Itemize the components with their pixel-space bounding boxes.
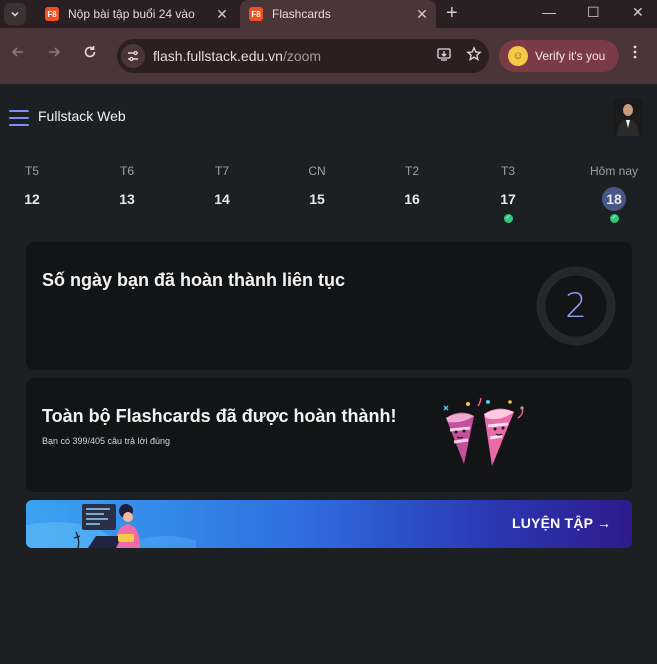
day-name: T2 (404, 164, 419, 178)
day-name: T3 (500, 164, 515, 178)
calendar-day[interactable]: T5 12 (2, 162, 62, 210)
day-date: 15 (309, 191, 325, 207)
tab-title: Nộp bài tập buổi 24 vào (68, 7, 195, 21)
completion-card: Toàn bộ Flashcards đã được hoàn thành! B… (26, 378, 632, 492)
reload-icon (84, 46, 96, 58)
arrow-left-icon (11, 47, 23, 57)
brand-title: Fullstack Web (38, 108, 126, 124)
close-window-button[interactable]: ✕ (632, 4, 644, 21)
back-button[interactable] (10, 44, 26, 65)
calendar-day[interactable]: CN 15 (287, 162, 347, 210)
user-avatar[interactable] (613, 98, 643, 136)
calendar-day[interactable]: T6 13 (97, 162, 157, 210)
streak-card: Số ngày bạn đã hoàn thành liên tục 2 (26, 242, 632, 370)
day-date: 12 (24, 191, 40, 207)
profile-face-icon: ☺ (508, 46, 528, 66)
chevron-down-icon (11, 11, 19, 17)
day-name: Hôm nay (589, 164, 639, 178)
url-text[interactable]: flash.fullstack.edu.vn/zoom (153, 48, 429, 64)
day-name: T5 (24, 164, 39, 178)
calendar-day[interactable]: T7 14 (192, 162, 252, 210)
day-name: T7 (214, 164, 229, 178)
day-date: 13 (119, 191, 135, 207)
completion-title: Toàn bộ Flashcards đã được hoàn thành! (42, 406, 397, 426)
minimize-button[interactable]: — (542, 4, 556, 20)
weekly-calendar: T5 12 T6 13 T7 14 CN 15 T2 16 T3 17 ✓ Hô… (0, 162, 657, 223)
maximize-button[interactable]: ☐ (587, 4, 600, 21)
calendar-day[interactable]: T3 17 ✓ (478, 162, 538, 223)
verify-profile-button[interactable]: ☺ Verify it's you (499, 40, 619, 72)
close-tab-icon[interactable]: ✕ (212, 6, 232, 23)
tab-flashcards[interactable]: F8 Flashcards ✕ (240, 0, 436, 28)
site-info-icon[interactable] (121, 44, 145, 68)
new-tab-button[interactable]: + (446, 2, 458, 25)
practice-banner[interactable]: LUYỆN TẬP → (26, 500, 632, 548)
day-date: 14 (214, 191, 230, 207)
close-tab-icon[interactable]: ✕ (412, 6, 432, 23)
day-date: 17 (500, 191, 516, 207)
reload-button[interactable] (82, 44, 98, 65)
tab-title: Flashcards (272, 7, 331, 21)
more-vertical-icon (633, 45, 637, 59)
url-path: /zoom (282, 48, 322, 64)
bookmark-star-icon[interactable] (459, 46, 489, 66)
arrow-right-icon (49, 47, 61, 57)
tab-homework[interactable]: F8 Nộp bài tập buổi 24 vào ✕ (36, 0, 236, 28)
forward-button[interactable] (46, 44, 62, 65)
calendar-day-today[interactable]: Hôm nay 18 ✓ (584, 162, 644, 223)
tab-search-button[interactable] (4, 3, 26, 25)
url-host: flash.fullstack.edu.vn (153, 48, 283, 64)
browser-toolbar: flash.fullstack.edu.vn/zoom ☺ Verify it'… (0, 28, 657, 84)
streak-title: Số ngày bạn đã hoàn thành liên tục (42, 270, 346, 290)
streak-count: 2 (565, 286, 587, 326)
completion-subtitle: Bạn có 399/405 câu trả lời đúng (42, 436, 170, 446)
menu-icon[interactable] (9, 110, 29, 126)
calendar-day[interactable]: T2 16 (382, 162, 442, 210)
day-name: CN (308, 164, 326, 178)
flashcards-page: Fullstack Web T5 12 T6 13 T7 14 CN 15 T2 (0, 84, 657, 664)
address-bar[interactable]: flash.fullstack.edu.vn/zoom (117, 39, 489, 73)
study-illustration (26, 504, 196, 548)
f8-favicon-icon: F8 (249, 7, 263, 21)
browser-tab-bar: F8 Nộp bài tập buổi 24 vào ✕ F8 Flashcar… (0, 0, 657, 28)
day-name: T6 (119, 164, 134, 178)
verify-label: Verify it's you (535, 49, 606, 63)
completed-check-icon: ✓ (609, 214, 619, 223)
browser-menu-button[interactable] (632, 44, 638, 65)
install-app-icon[interactable] (429, 46, 459, 66)
day-date-today: 18 (602, 187, 626, 211)
f8-favicon-icon: F8 (45, 7, 59, 21)
day-date: 16 (404, 191, 420, 207)
party-popper-icon (443, 398, 524, 466)
completed-check-icon: ✓ (503, 214, 513, 223)
practice-button[interactable]: LUYỆN TẬP → (512, 515, 611, 531)
